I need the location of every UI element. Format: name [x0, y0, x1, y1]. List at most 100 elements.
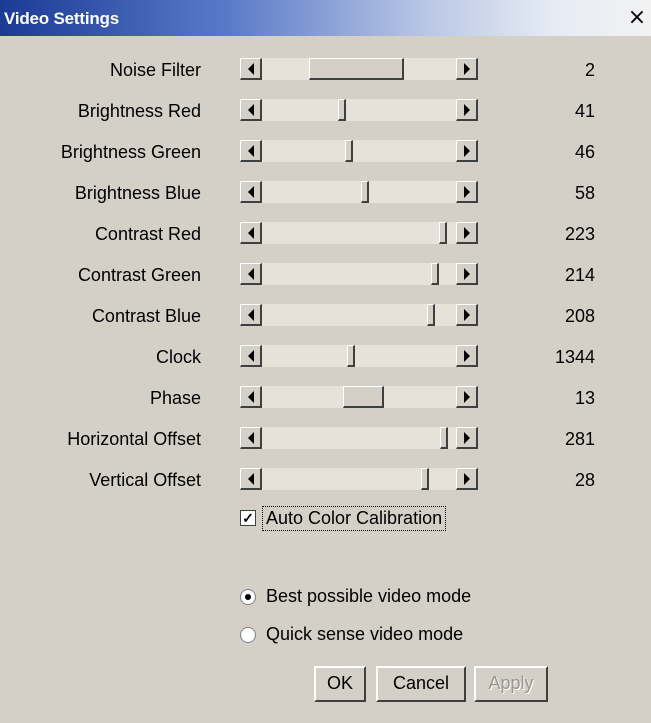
- slider-track[interactable]: [262, 263, 456, 285]
- arrow-right-icon: [463, 308, 470, 321]
- slider-value: 214: [564, 265, 595, 285]
- scroll-right-button[interactable]: [456, 304, 478, 326]
- arrow-left-icon: [247, 144, 254, 157]
- slider-value: 46: [574, 142, 595, 162]
- slider-value: 41: [574, 101, 595, 121]
- slider-label: Clock: [155, 347, 201, 367]
- slider-thumb[interactable]: [338, 99, 346, 121]
- slider-track[interactable]: [262, 222, 456, 244]
- close-icon[interactable]: ×: [627, 7, 647, 29]
- slider-label: Noise Filter: [109, 60, 201, 80]
- scroll-left-button[interactable]: [240, 427, 262, 449]
- slider-row: Noise Filter 2: [0, 55, 651, 85]
- cancel-button[interactable]: Cancel: [376, 666, 466, 702]
- slider-track[interactable]: [262, 181, 456, 203]
- slider-scrollbar[interactable]: [240, 99, 478, 121]
- slider-thumb[interactable]: [345, 140, 353, 162]
- slider-label: Phase: [149, 388, 201, 408]
- arrow-right-icon: [463, 185, 470, 198]
- title-bar[interactable]: Video Settings ×: [0, 0, 651, 36]
- scroll-left-button[interactable]: [240, 58, 262, 80]
- arrow-right-icon: [463, 390, 470, 403]
- arrow-right-icon: [463, 144, 470, 157]
- arrow-left-icon: [247, 349, 254, 362]
- slider-label: Contrast Blue: [91, 306, 201, 326]
- scroll-left-button[interactable]: [240, 99, 262, 121]
- scroll-right-button[interactable]: [456, 99, 478, 121]
- slider-thumb[interactable]: [361, 181, 369, 203]
- slider-value: 1344: [554, 347, 595, 367]
- slider-scrollbar[interactable]: [240, 58, 478, 80]
- slider-row: Phase 13: [0, 383, 651, 413]
- slider-scrollbar[interactable]: [240, 345, 478, 367]
- slider-thumb[interactable]: [439, 222, 447, 244]
- slider-scrollbar[interactable]: [240, 427, 478, 449]
- scroll-right-button[interactable]: [456, 427, 478, 449]
- slider-thumb[interactable]: [427, 304, 435, 326]
- slider-value: 58: [574, 183, 595, 203]
- slider-scrollbar[interactable]: [240, 181, 478, 203]
- slider-scrollbar[interactable]: [240, 263, 478, 285]
- scroll-right-button[interactable]: [456, 58, 478, 80]
- slider-row: Contrast Green 214: [0, 260, 651, 290]
- scroll-left-button[interactable]: [240, 304, 262, 326]
- scroll-left-button[interactable]: [240, 263, 262, 285]
- slider-track[interactable]: [262, 140, 456, 162]
- scroll-left-button[interactable]: [240, 468, 262, 490]
- radio-button-icon[interactable]: [240, 589, 256, 605]
- ok-button[interactable]: OK: [314, 666, 366, 702]
- scroll-right-button[interactable]: [456, 386, 478, 408]
- scroll-right-button[interactable]: [456, 140, 478, 162]
- scroll-right-button[interactable]: [456, 263, 478, 285]
- scroll-left-button[interactable]: [240, 140, 262, 162]
- scroll-right-button[interactable]: [456, 345, 478, 367]
- scroll-left-button[interactable]: [240, 345, 262, 367]
- arrow-right-icon: [463, 349, 470, 362]
- best-video-mode-label[interactable]: Best possible video mode: [266, 586, 471, 607]
- radio-button-icon[interactable]: [240, 627, 256, 643]
- slider-scrollbar[interactable]: [240, 222, 478, 244]
- slider-track[interactable]: [262, 99, 456, 121]
- arrow-right-icon: [463, 226, 470, 239]
- slider-thumb[interactable]: [440, 427, 448, 449]
- apply-button: Apply: [474, 666, 548, 702]
- arrow-right-icon: [463, 431, 470, 444]
- scroll-left-button[interactable]: [240, 386, 262, 408]
- checkbox-icon[interactable]: ✓: [240, 510, 256, 526]
- slider-track[interactable]: [262, 345, 456, 367]
- slider-value: 281: [564, 429, 595, 449]
- slider-thumb[interactable]: [343, 386, 384, 408]
- slider-label: Contrast Green: [77, 265, 201, 285]
- slider-track[interactable]: [262, 304, 456, 326]
- slider-track[interactable]: [262, 58, 456, 80]
- scroll-right-button[interactable]: [456, 181, 478, 203]
- slider-scrollbar[interactable]: [240, 140, 478, 162]
- slider-track[interactable]: [262, 386, 456, 408]
- slider-row: Horizontal Offset 281: [0, 424, 651, 454]
- slider-scrollbar[interactable]: [240, 304, 478, 326]
- slider-track[interactable]: [262, 427, 456, 449]
- scroll-left-button[interactable]: [240, 222, 262, 244]
- scroll-left-button[interactable]: [240, 181, 262, 203]
- radio-selected-dot: [245, 594, 251, 600]
- slider-thumb[interactable]: [421, 468, 429, 490]
- slider-scrollbar[interactable]: [240, 468, 478, 490]
- window-title: Video Settings: [4, 9, 119, 28]
- slider-row: Brightness Green 46: [0, 137, 651, 167]
- slider-thumb[interactable]: [309, 58, 404, 80]
- slider-label: Brightness Green: [60, 142, 201, 162]
- slider-thumb[interactable]: [431, 263, 439, 285]
- slider-label: Horizontal Offset: [67, 429, 201, 449]
- slider-track[interactable]: [262, 468, 456, 490]
- arrow-right-icon: [463, 62, 470, 75]
- scroll-right-button[interactable]: [456, 468, 478, 490]
- slider-scrollbar[interactable]: [240, 386, 478, 408]
- slider-row: Contrast Blue 208: [0, 301, 651, 331]
- slider-label: Vertical Offset: [89, 470, 201, 490]
- quick-video-mode-label[interactable]: Quick sense video mode: [266, 624, 463, 645]
- arrow-left-icon: [247, 267, 254, 280]
- scroll-right-button[interactable]: [456, 222, 478, 244]
- arrow-right-icon: [463, 103, 470, 116]
- slider-thumb[interactable]: [347, 345, 355, 367]
- auto-color-calibration-label[interactable]: Auto Color Calibration: [262, 506, 447, 531]
